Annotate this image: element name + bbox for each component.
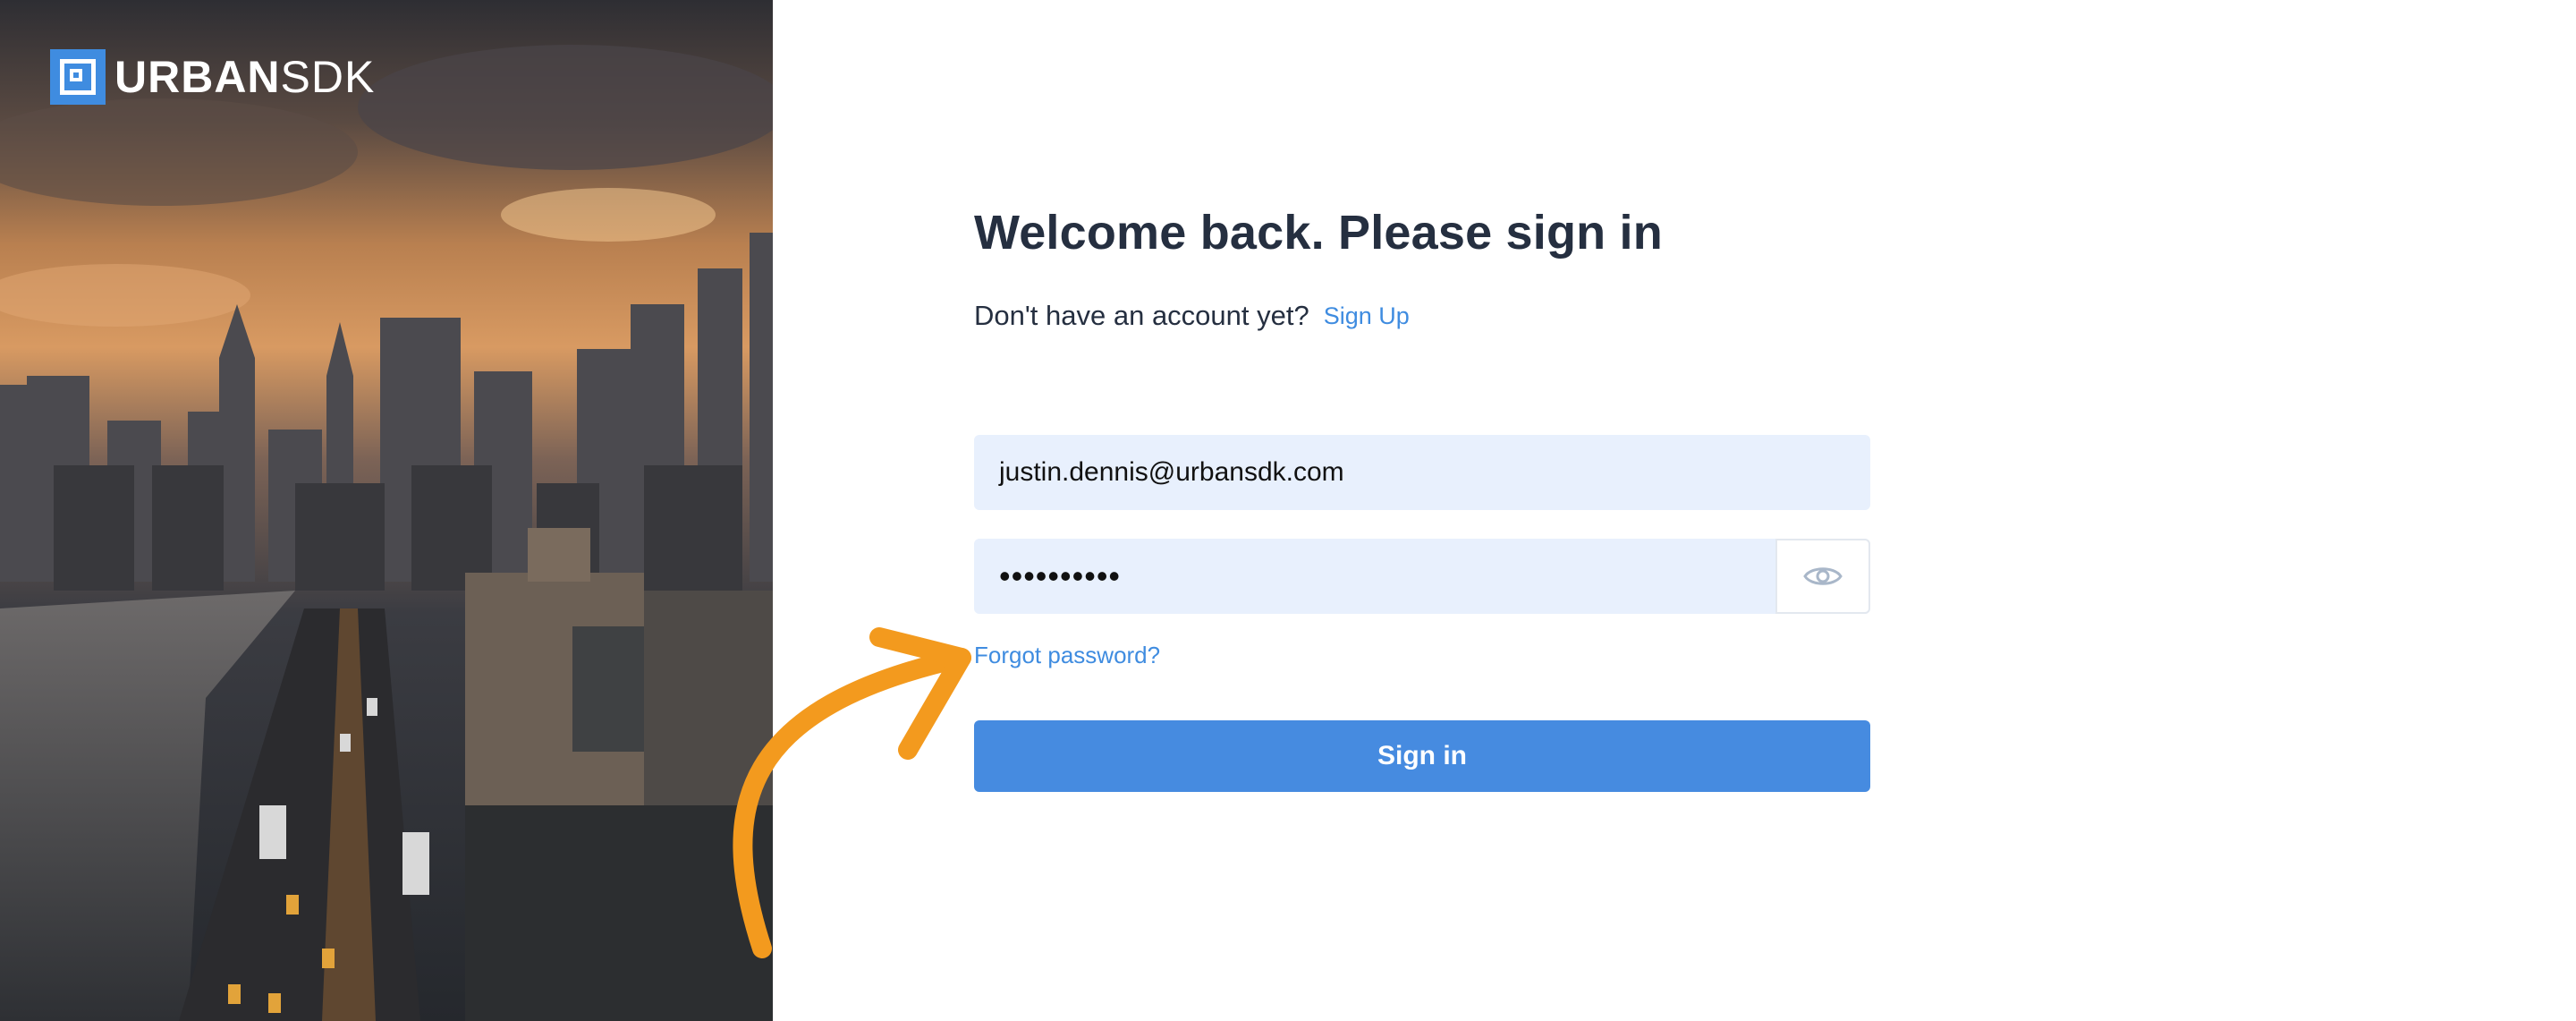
sign-in-form: Welcome back. Please sign in Don't have …: [974, 197, 1870, 792]
signup-prompt-row: Don't have an account yet? Sign Up: [974, 294, 1870, 338]
login-page: URBANSDK Welcome back. Please sign in Do…: [0, 0, 2576, 1021]
forgot-password-link[interactable]: Forgot password?: [974, 642, 1160, 669]
urbansdk-logo[interactable]: URBANSDK: [50, 48, 375, 106]
sign-in-button[interactable]: Sign in: [974, 720, 1870, 792]
urbansdk-logo-icon: [50, 49, 106, 105]
password-field[interactable]: ••••••••••: [974, 539, 1870, 614]
email-field[interactable]: justin.dennis@urbansdk.com: [974, 435, 1870, 510]
brand-name: URBANSDK: [114, 55, 375, 99]
hero-city-image: URBANSDK: [0, 0, 773, 1021]
email-value: justin.dennis@urbansdk.com: [999, 457, 1344, 487]
brand-name-light: SDK: [280, 52, 376, 102]
signup-prompt-text: Don't have an account yet?: [974, 300, 1309, 331]
brand-name-bold: URBAN: [114, 52, 281, 102]
password-value: ••••••••••: [999, 557, 1122, 594]
eye-icon: [1803, 567, 1843, 585]
city-skyline-illustration: [0, 0, 773, 1021]
password-visibility-toggle[interactable]: [1775, 539, 1870, 614]
page-title: Welcome back. Please sign in: [974, 206, 1663, 260]
signup-link[interactable]: Sign Up: [1324, 302, 1410, 330]
